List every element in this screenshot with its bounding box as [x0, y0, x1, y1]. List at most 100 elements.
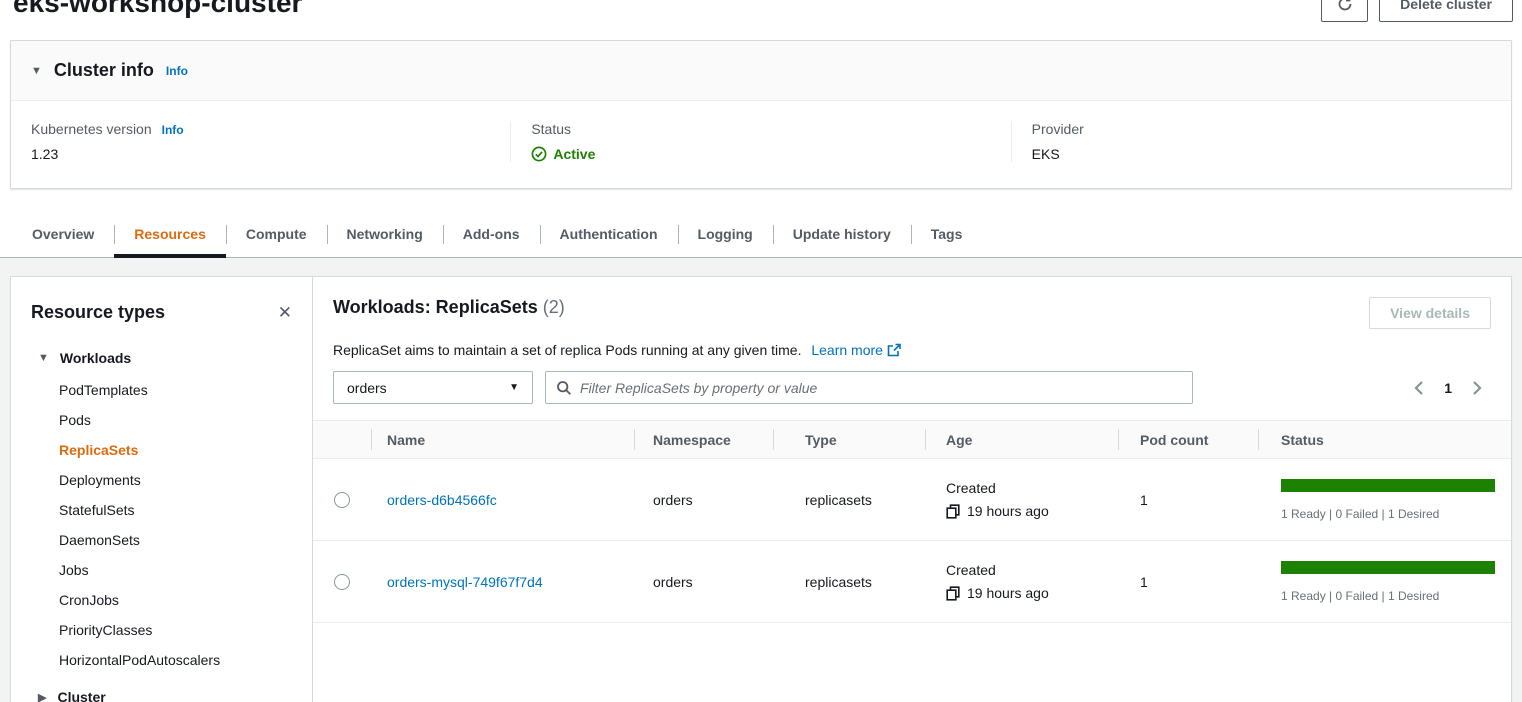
- description-text: ReplicaSet aims to maintain a set of rep…: [333, 342, 801, 358]
- table-header-row: Name Namespace Type Age Pod count Status: [313, 420, 1511, 459]
- previous-page-icon[interactable]: [1413, 380, 1424, 396]
- age-value: 19 hours ago: [967, 585, 1049, 601]
- column-header-pod-count: Pod count: [1118, 421, 1258, 458]
- view-details-button[interactable]: View details: [1369, 297, 1491, 329]
- result-count: (2): [543, 297, 565, 317]
- cluster-info-header[interactable]: ▼ Cluster info Info: [11, 41, 1511, 100]
- refresh-icon: [1337, 0, 1353, 12]
- external-link-icon: [887, 343, 901, 357]
- cluster-tabs: Overview Resources Compute Networking Ad…: [0, 212, 1522, 258]
- page-title: eks-workshop-cluster: [13, 0, 302, 19]
- namespace-cell: orders: [634, 492, 773, 508]
- column-header-status: Status: [1258, 421, 1511, 458]
- pagination: 1: [1413, 380, 1491, 396]
- select-column-header: [313, 421, 371, 458]
- table-row: orders-mysql-749f67f7d4 orders replicase…: [313, 541, 1511, 623]
- field-kubernetes-version: Kubernetes version Info 1.23: [11, 121, 510, 162]
- tree-group-label: Cluster: [57, 689, 105, 702]
- tab-resources[interactable]: Resources: [114, 212, 226, 257]
- tab-add-ons[interactable]: Add-ons: [443, 212, 540, 257]
- age-cell: Created 19 hours ago: [925, 562, 1118, 601]
- status-badge: Active: [531, 146, 990, 162]
- column-header-type: Type: [773, 421, 925, 458]
- table-row: orders-d6b4566fc orders replicasets Crea…: [313, 459, 1511, 541]
- cluster-info-card: ▼ Cluster info Info Kubernetes version I…: [10, 40, 1512, 189]
- age-value: 19 hours ago: [967, 503, 1049, 519]
- sidebar-item-cronjobs[interactable]: CronJobs: [59, 585, 292, 615]
- replicaset-name-link[interactable]: orders-d6b4566fc: [387, 492, 497, 508]
- age-created-label: Created: [946, 480, 1118, 496]
- next-page-icon[interactable]: [1472, 380, 1483, 396]
- sidebar-item-statefulsets[interactable]: StatefulSets: [59, 495, 292, 525]
- replicasets-panel: Workloads: ReplicaSets (2) View details …: [313, 277, 1511, 702]
- age-cell: Created 19 hours ago: [925, 480, 1118, 519]
- replicasets-table: Name Namespace Type Age Pod count Status…: [313, 420, 1511, 623]
- type-cell: replicasets: [773, 492, 925, 508]
- filter-dropdown[interactable]: orders ▼: [333, 371, 533, 404]
- sidebar-item-replicasets[interactable]: ReplicaSets: [59, 435, 292, 465]
- close-icon[interactable]: ✕: [278, 304, 292, 321]
- copy-icon[interactable]: [946, 504, 960, 519]
- sidebar-item-horizontalpodautoscalers[interactable]: HorizontalPodAutoscalers: [59, 645, 292, 675]
- sidebar-item-priorityclasses[interactable]: PriorityClasses: [59, 615, 292, 645]
- resources-panel: Resource types ✕ ▼ Workloads PodTemplate…: [10, 276, 1512, 702]
- tab-logging[interactable]: Logging: [678, 212, 773, 257]
- tab-compute[interactable]: Compute: [226, 212, 327, 257]
- sidebar-item-jobs[interactable]: Jobs: [59, 555, 292, 585]
- replicaset-name-link[interactable]: orders-mysql-749f67f7d4: [387, 574, 543, 590]
- filter-dropdown-value: orders: [347, 380, 387, 396]
- tab-networking[interactable]: Networking: [327, 212, 443, 257]
- kubernetes-version-value: 1.23: [31, 146, 490, 162]
- workloads-items: PodTemplates Pods ReplicaSets Deployment…: [31, 375, 292, 675]
- status-value: Active: [553, 146, 595, 162]
- status-cell: 1 Ready | 0 Failed | 1 Desired: [1258, 479, 1511, 521]
- search-input[interactable]: [580, 380, 1182, 396]
- page-header: eks-workshop-cluster Delete cluster: [0, 0, 1522, 24]
- content-area: Resource types ✕ ▼ Workloads PodTemplate…: [0, 258, 1522, 702]
- current-page[interactable]: 1: [1444, 380, 1452, 396]
- status-label: Status: [531, 121, 571, 137]
- dropdown-caret-icon: ▼: [509, 382, 519, 393]
- panel-description: ReplicaSet aims to maintain a set of rep…: [333, 342, 1491, 358]
- tree-group-cluster[interactable]: ▶ Cluster: [31, 689, 292, 702]
- resource-types-title: Resource types: [31, 302, 165, 323]
- cluster-info-body: Kubernetes version Info 1.23 Status Acti…: [11, 100, 1511, 188]
- sidebar-item-deployments[interactable]: Deployments: [59, 465, 292, 495]
- tree-group-label: Workloads: [60, 350, 131, 366]
- tab-authentication[interactable]: Authentication: [540, 212, 678, 257]
- cluster-info-info-link[interactable]: Info: [166, 64, 188, 78]
- sidebar-item-podtemplates[interactable]: PodTemplates: [59, 375, 292, 405]
- tab-tags[interactable]: Tags: [911, 212, 983, 257]
- sidebar-item-daemonsets[interactable]: DaemonSets: [59, 525, 292, 555]
- age-created-label: Created: [946, 562, 1118, 578]
- caret-down-icon: ▼: [38, 352, 49, 364]
- delete-cluster-button[interactable]: Delete cluster: [1379, 0, 1513, 22]
- pod-count-cell: 1: [1118, 492, 1258, 508]
- status-progress-bar: [1281, 479, 1495, 492]
- panel-title-text: Workloads: ReplicaSets: [333, 297, 538, 317]
- row-radio-button[interactable]: [334, 574, 350, 590]
- provider-value: EKS: [1032, 146, 1491, 162]
- learn-more-label: Learn more: [811, 342, 883, 358]
- column-header-namespace: Namespace: [634, 421, 773, 458]
- sidebar-item-pods[interactable]: Pods: [59, 405, 292, 435]
- status-cell: 1 Ready | 0 Failed | 1 Desired: [1258, 561, 1511, 603]
- resource-types-sidebar: Resource types ✕ ▼ Workloads PodTemplate…: [11, 277, 313, 702]
- search-icon: [556, 380, 572, 396]
- kubernetes-version-info-link[interactable]: Info: [162, 123, 184, 137]
- panel-title: Workloads: ReplicaSets (2): [333, 297, 565, 318]
- status-summary: 1 Ready | 0 Failed | 1 Desired: [1281, 589, 1511, 603]
- check-circle-icon: [531, 146, 547, 162]
- row-radio-button[interactable]: [334, 492, 350, 508]
- header-actions: Delete cluster: [1321, 0, 1513, 22]
- tree-group-workloads[interactable]: ▼ Workloads: [31, 350, 292, 366]
- resource-tree: ▼ Workloads PodTemplates Pods ReplicaSet…: [31, 350, 292, 702]
- cluster-info-title: Cluster info: [54, 60, 154, 81]
- copy-icon[interactable]: [946, 586, 960, 601]
- tab-update-history[interactable]: Update history: [773, 212, 911, 257]
- tab-overview[interactable]: Overview: [12, 212, 114, 257]
- refresh-button[interactable]: [1321, 0, 1368, 22]
- kubernetes-version-label: Kubernetes version: [31, 121, 152, 137]
- caret-right-icon: ▶: [38, 691, 46, 702]
- learn-more-link[interactable]: Learn more: [811, 342, 901, 358]
